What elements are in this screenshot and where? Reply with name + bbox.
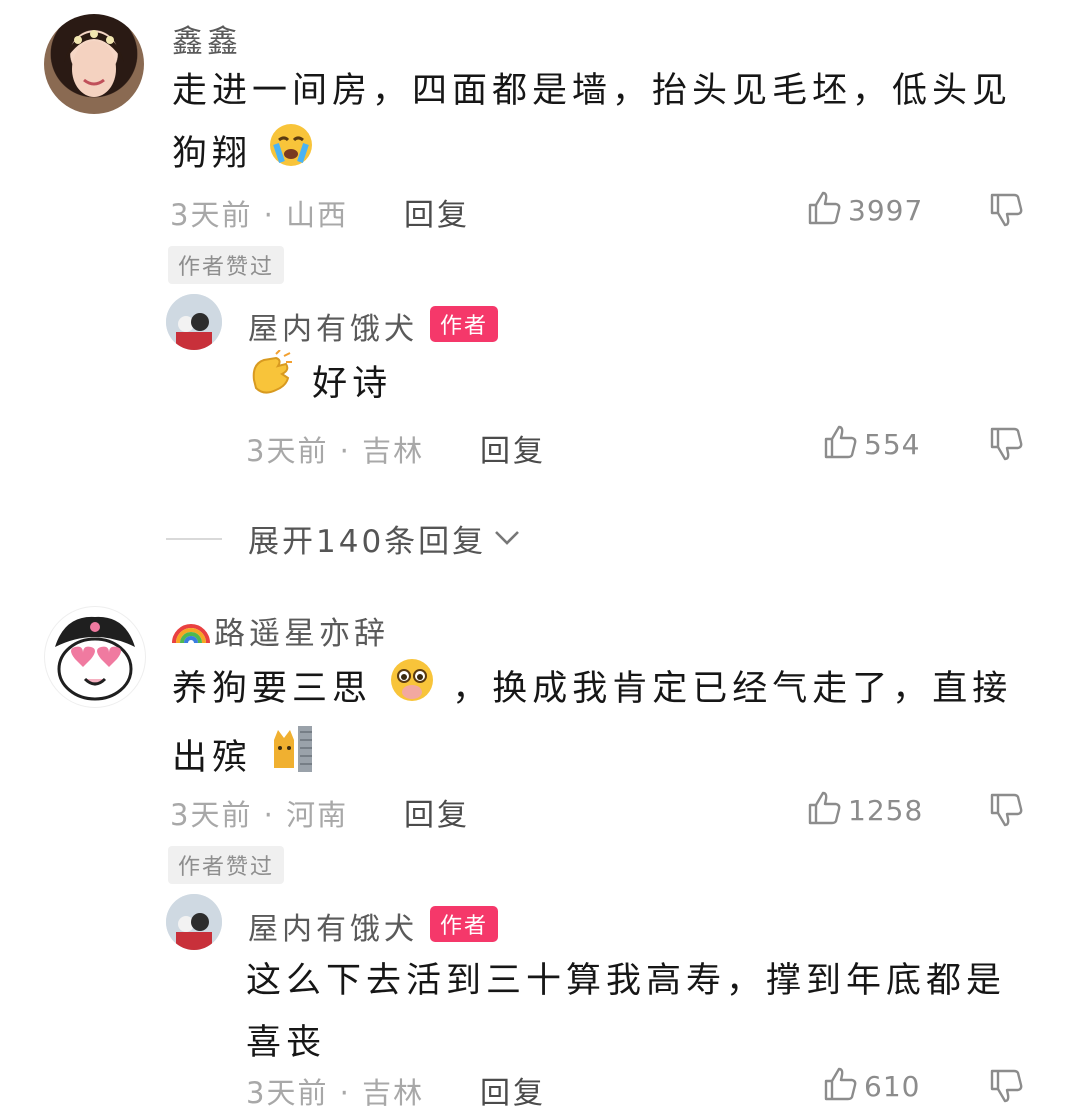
reply-meta: 3天前 · 吉林 xyxy=(246,1076,425,1110)
chevron-down-icon xyxy=(492,526,522,552)
rainbow-icon xyxy=(172,609,210,653)
reply-button[interactable]: 回复 xyxy=(480,1068,546,1112)
dislike-button[interactable] xyxy=(988,1068,1024,1108)
reply-username[interactable]: 屋内有饿犬 xyxy=(248,304,418,348)
dislike-button[interactable] xyxy=(988,792,1024,832)
thumbs-down-icon xyxy=(988,1068,1024,1108)
pleading-face-icon xyxy=(388,656,436,724)
comment-text: 走进一间房，四面都是墙，抬头见毛坯，低头见 狗翔 xyxy=(172,60,1042,188)
like-button[interactable]: 3997 xyxy=(806,190,923,230)
reply-button[interactable]: 回复 xyxy=(480,426,546,470)
comment-text-line-2-text: 狗翔 xyxy=(172,134,253,174)
cat-wall-sticker-icon xyxy=(268,724,314,794)
comment-text-part-a: 养狗要三思 xyxy=(172,669,373,709)
avatar[interactable] xyxy=(44,606,146,708)
expand-replies-label: 展开140条回复 xyxy=(248,524,487,560)
comment-text-line-2-text: 出殡 xyxy=(172,738,253,778)
dislike-button[interactable] xyxy=(988,192,1024,232)
username[interactable]: 鑫鑫 xyxy=(172,16,242,61)
username-text: 路遥星亦辞 xyxy=(214,616,389,652)
comment-text: 养狗要三思 ，换成我肯定已经气走了，直接 出殡 xyxy=(172,656,1042,794)
clapping-hands-icon xyxy=(246,349,296,420)
like-button[interactable]: 610 xyxy=(822,1066,920,1106)
like-button[interactable]: 554 xyxy=(822,424,920,464)
avatar[interactable] xyxy=(44,14,144,114)
thumbs-up-icon xyxy=(806,190,842,230)
thumbs-up-icon xyxy=(822,424,858,464)
like-count: 1258 xyxy=(848,793,924,827)
like-count: 554 xyxy=(864,427,921,461)
author-liked-badge: 作者赞过 xyxy=(168,846,285,884)
comment-text-line-1: 养狗要三思 ，换成我肯定已经气走了，直接 xyxy=(172,656,1042,724)
username[interactable]: 路遥星亦辞 xyxy=(172,608,389,653)
like-button[interactable]: 1258 xyxy=(806,790,923,830)
reply-text-line-2: 喜丧 xyxy=(246,1023,327,1063)
like-count: 3997 xyxy=(848,193,924,227)
reply-button[interactable]: 回复 xyxy=(404,790,470,834)
thumbs-up-icon xyxy=(822,1066,858,1106)
comment-text-line-2: 狗翔 xyxy=(172,122,1042,188)
reply-meta: 3天前 · 吉林 xyxy=(246,434,425,468)
reply-text-content: 好诗 xyxy=(312,364,393,404)
reply-username[interactable]: 屋内有饿犬 xyxy=(248,904,418,948)
reply-text-line-1: 这么下去活到三十算我高寿，撑到年底都是 xyxy=(246,961,1007,1001)
author-tag: 作者 xyxy=(430,906,499,942)
thumbs-down-icon xyxy=(988,792,1024,832)
divider xyxy=(166,537,222,540)
reply-avatar[interactable] xyxy=(166,294,222,350)
reply-text: 好诗 xyxy=(246,349,393,420)
author-tag: 作者 xyxy=(430,306,499,342)
comment-meta: 3天前 · 山西 xyxy=(170,198,349,232)
comment-text-part-b: ，换成我肯定已经气走了，直接 xyxy=(452,669,1013,709)
loudly-crying-face-icon xyxy=(268,122,314,188)
comment-meta: 3天前 · 河南 xyxy=(170,798,349,832)
thumbs-down-icon xyxy=(988,426,1024,466)
comment-text-line-2: 出殡 xyxy=(172,724,1042,794)
like-count: 610 xyxy=(864,1069,921,1103)
expand-replies[interactable]: 展开140条回复 xyxy=(166,516,522,561)
reply-button[interactable]: 回复 xyxy=(404,190,470,234)
author-liked-badge: 作者赞过 xyxy=(168,246,285,284)
dislike-button[interactable] xyxy=(988,426,1024,466)
thumbs-up-icon xyxy=(806,790,842,830)
thumbs-down-icon xyxy=(988,192,1024,232)
reply-avatar[interactable] xyxy=(166,894,222,950)
reply-text: 这么下去活到三十算我高寿，撑到年底都是 喜丧 xyxy=(246,950,1046,1074)
comment-text-line-1: 走进一间房，四面都是墙，抬头见毛坯，低头见 xyxy=(172,71,1013,111)
